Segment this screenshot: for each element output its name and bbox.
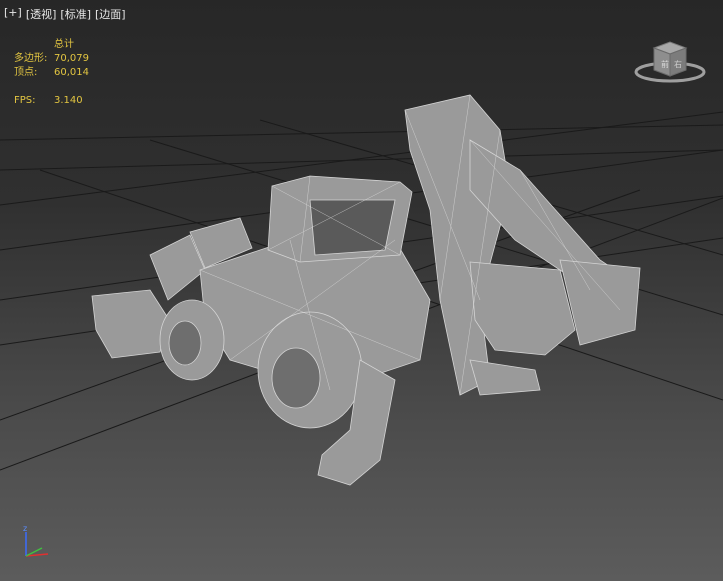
viewport-menu-shading[interactable]: [标准] (60, 6, 91, 22)
axis-tripod-icon: z (23, 524, 49, 557)
statistics-overlay: 总计 多边形: 70,079 顶点: 60,014 FPS: 3.140 (14, 38, 89, 108)
stats-title: 总计 (54, 39, 74, 50)
scene-canvas[interactable] (0, 0, 723, 581)
stats-fps-row: FPS: 3.140 (14, 94, 89, 108)
viewcube-icon[interactable]: 前 右 (632, 36, 708, 86)
stats-vertices-row: 顶点: 60,014 (14, 66, 89, 80)
viewport-menu-plus[interactable]: [+] (4, 6, 22, 22)
backhoe-model[interactable] (91, 94, 641, 486)
polygons-label: 多边形: (14, 53, 48, 64)
viewport-menu-edged-faces[interactable]: [边面] (95, 6, 126, 22)
fps-label: FPS: (14, 95, 36, 106)
stats-polygons-row: 多边形: 70,079 (14, 52, 89, 66)
vertices-value: 60,014 (54, 67, 89, 78)
front-bucket (91, 289, 169, 359)
polygons-value: 70,079 (54, 53, 89, 64)
viewcube-front-label: 前 (661, 59, 669, 69)
perspective-viewport[interactable]: [+] [透视] [标准] [边面] 总计 多边形: 70,079 顶点: 60… (0, 0, 723, 581)
viewport-menu-perspective[interactable]: [透视] (26, 6, 57, 22)
rear-bucket (469, 261, 576, 356)
axis-z-label: z (23, 524, 27, 533)
viewport-label-bar: [+] [透视] [标准] [边面] (4, 6, 126, 22)
vertices-label: 顶点: (14, 67, 38, 78)
viewcube-right-label: 右 (674, 59, 682, 69)
fps-value: 3.140 (54, 95, 83, 106)
